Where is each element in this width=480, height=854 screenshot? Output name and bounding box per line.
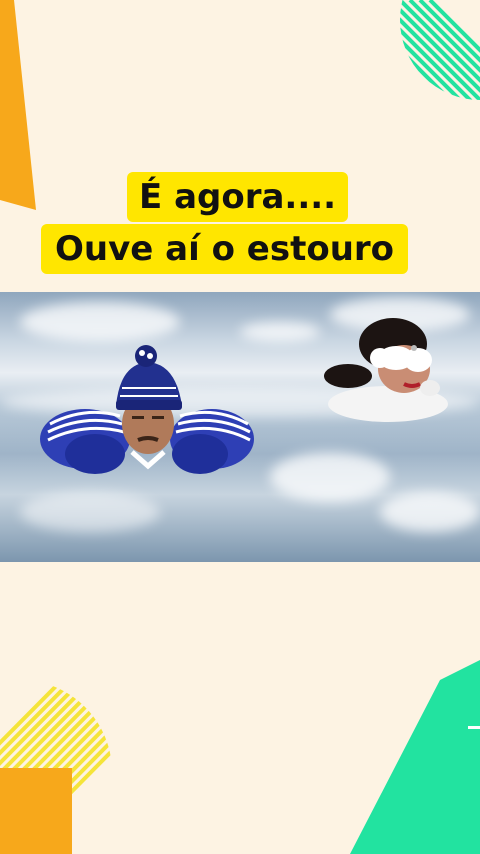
cloud bbox=[270, 452, 390, 502]
cloud bbox=[240, 322, 320, 342]
flying-man-character bbox=[40, 345, 254, 474]
orange-shape-bottom-left bbox=[0, 768, 72, 854]
flying-woman-character bbox=[324, 318, 448, 422]
green-shape-bottom-right bbox=[350, 660, 480, 854]
cloud bbox=[20, 492, 160, 532]
caption-line-1: É agora.... bbox=[127, 172, 349, 222]
cloud bbox=[380, 492, 480, 532]
caption-line-2: Ouve aí o estouro bbox=[41, 224, 409, 274]
video-frame[interactable] bbox=[0, 292, 480, 562]
orange-shape-top-left bbox=[0, 0, 36, 210]
green-stripes-top-right bbox=[400, 0, 480, 100]
cloud bbox=[20, 302, 180, 342]
